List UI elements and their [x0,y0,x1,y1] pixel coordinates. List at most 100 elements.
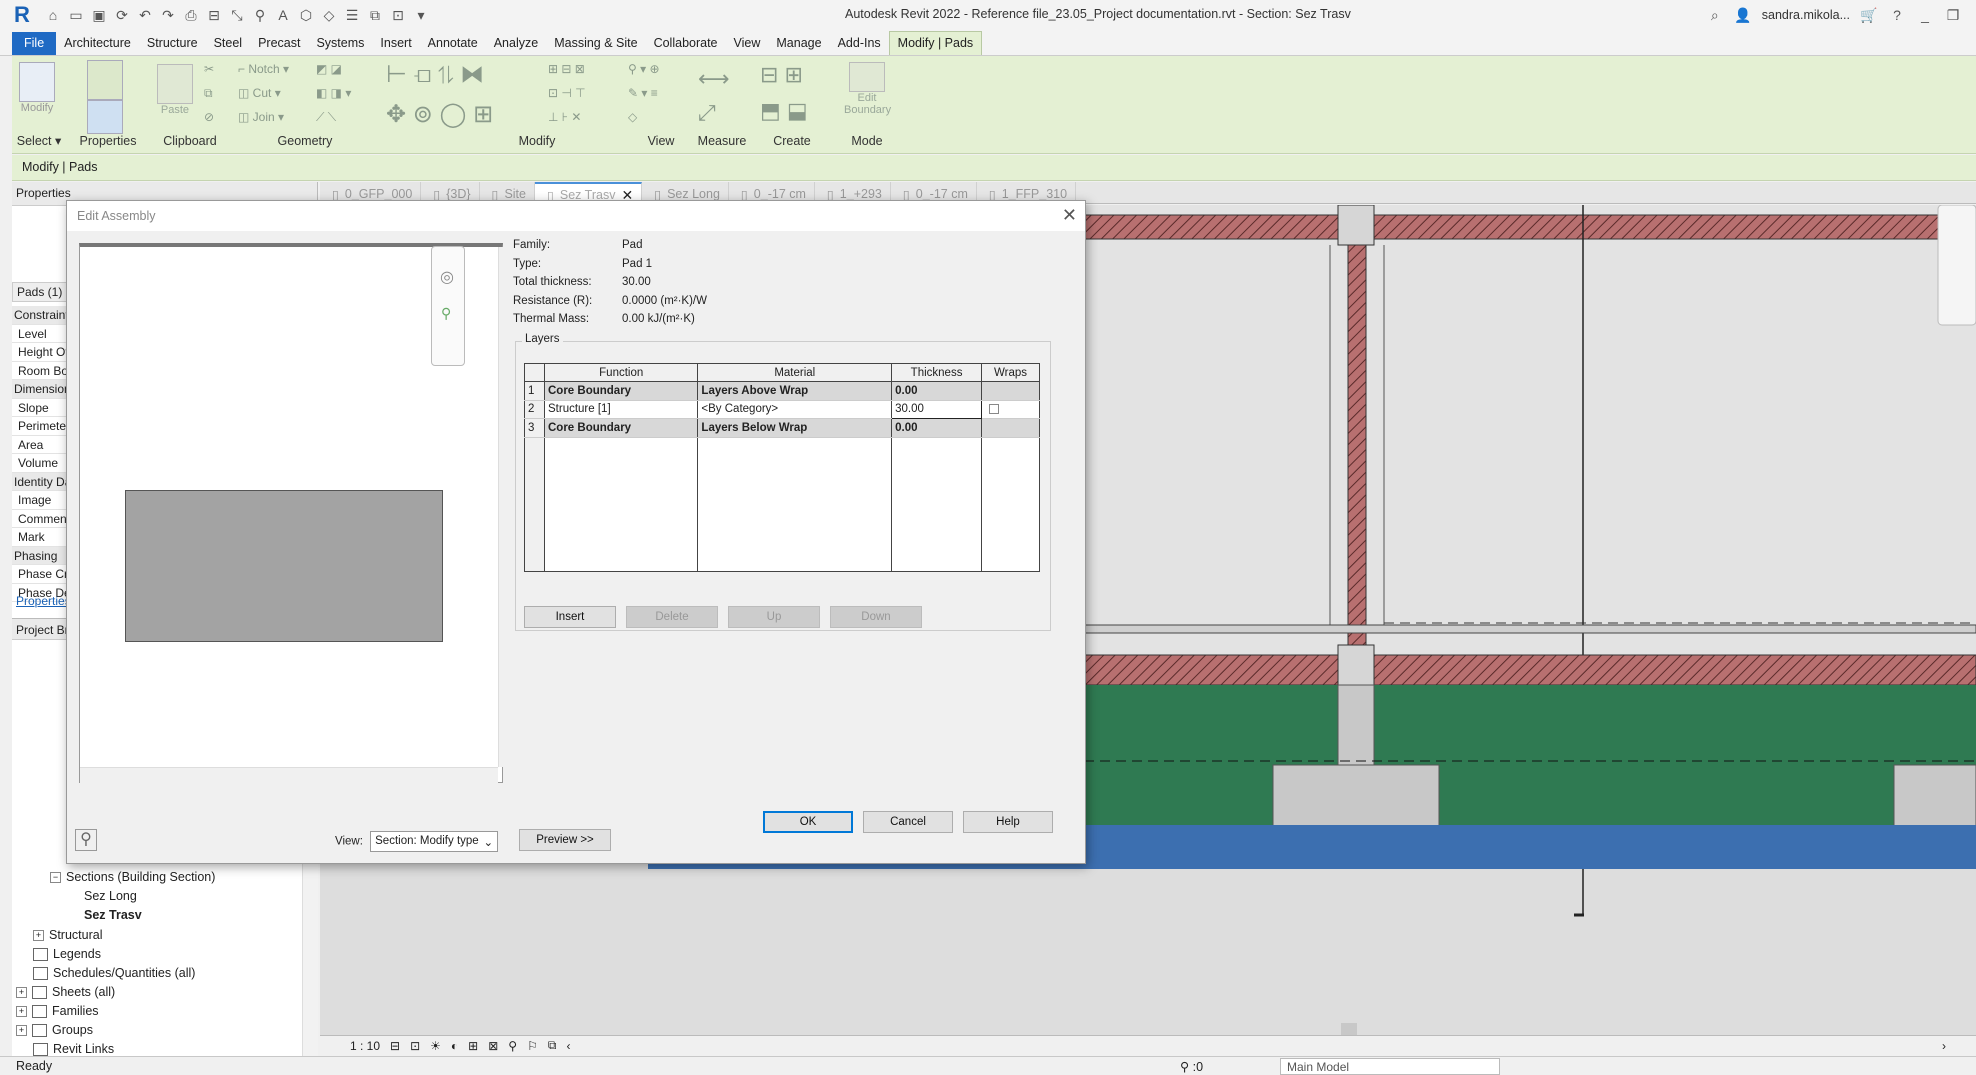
align-icon[interactable]: ⊢ ⟤ ⥮ ⧓ [386,60,484,89]
ok-button[interactable]: OK [763,811,853,833]
browser-item[interactable]: + Families [16,1002,99,1020]
revit-logo[interactable]: R [14,3,38,27]
property-section[interactable]: Dimensions [12,380,72,399]
ribbon-tab-manage[interactable]: Manage [768,32,829,55]
browser-item[interactable]: + Structural [33,926,103,944]
cut-button[interactable]: ◫ Cut ▾ [238,86,281,100]
instance-selector[interactable]: Pads (1) [12,282,72,302]
notch-button[interactable]: ⌐ Notch ▾ [238,62,289,76]
ribbon-tab-modify-pads[interactable]: Modify | Pads [888,31,983,55]
layer-thickness-cell[interactable]: 30.00 [891,399,983,419]
browser-item[interactable]: Legends [33,945,101,963]
layer-thickness-cell[interactable]: 0.00 [891,381,983,401]
ribbon-tab-analyze[interactable]: Analyze [486,32,546,55]
layer-row[interactable]: 2 Structure [1] <By Category> 30.00 [524,399,1040,419]
modify-button[interactable]: Modify [16,62,58,114]
layer-material-cell[interactable]: Layers Below Wrap [697,418,893,438]
minimize-icon[interactable]: _ [1916,6,1934,24]
property-section[interactable]: Phasing [12,546,72,565]
save-icon[interactable]: ▣ [90,6,108,24]
match-properties-icon[interactable]: ⊘ [204,110,214,124]
zoom-icon[interactable]: ⚲ [441,305,451,322]
layer-material-cell[interactable]: <By Category> [697,400,893,419]
ribbon-tab-add-ins[interactable]: Add-Ins [830,32,889,55]
cart-icon[interactable]: 🛒 [1860,6,1878,24]
show-crop-icon[interactable]: ⊠ [488,1039,498,1053]
layer-thickness-cell[interactable]: 0.00 [891,418,983,438]
ribbon-tab-steel[interactable]: Steel [206,32,251,55]
3d-view-icon[interactable]: ⬡ [297,6,315,24]
print-icon[interactable]: ⎙ [182,6,200,24]
customize-qat-icon[interactable]: ▾ [412,6,430,24]
ribbon-tab-structure[interactable]: Structure [139,32,206,55]
filter-icon[interactable]: ⚲ :0 [1180,1059,1203,1074]
array-icon[interactable]: ⊞ ⊟ ⊠ [548,62,585,76]
scroll-right-icon[interactable]: › [1942,1039,1946,1053]
browser-item[interactable]: Sez Trasv [84,906,142,924]
browser-item[interactable]: + Sheets (all) [16,983,115,1001]
create-assembly-icon[interactable]: ⊟ ⊞ [760,62,803,88]
down-button[interactable]: Down [830,606,922,628]
user-icon[interactable]: 👤 [1734,6,1752,24]
properties-button[interactable] [84,100,126,134]
shadows-icon[interactable]: ◐ [451,1039,458,1053]
ribbon-tab-massing-site[interactable]: Massing & Site [546,32,645,55]
expand-icon[interactable]: + [16,1025,27,1037]
switch-windows-icon[interactable]: ⊡ [389,6,407,24]
property-section[interactable]: Constraints [12,306,72,325]
pin-icon[interactable]: ⊥ ⊦ ✕ [548,110,581,124]
temp-hide-icon[interactable]: ⚲ [508,1039,517,1053]
text-icon[interactable]: A [274,6,292,24]
preview-button[interactable]: Preview >> [519,829,611,851]
browser-item[interactable]: − Sections (Building Section) [50,868,215,886]
layer-row[interactable]: 1 Core Boundary Layers Above Wrap 0.00 [524,381,1040,401]
undo-icon[interactable]: ↶ [136,6,154,24]
type-properties-button[interactable] [84,60,126,100]
steering-wheel-icon[interactable]: ◎ [440,267,454,287]
delete-button[interactable]: Delete [626,606,718,628]
scale-icon[interactable]: ⊡ ⊣ ⊤ [548,86,586,100]
paint-icon[interactable]: ◧ ◨ ▾ [316,86,351,100]
move-icon[interactable]: ✥ ⊚ ◯ ⊞ [386,100,493,129]
preview-hscroll[interactable] [80,767,498,783]
paste-button[interactable]: Paste [154,64,196,116]
sync-icon[interactable]: ⟳ [113,6,131,24]
browser-item[interactable]: Sez Long [84,887,137,905]
copy-icon[interactable]: ⧉ [204,86,213,101]
ribbon-tab-file[interactable]: File [12,32,57,55]
ribbon-tab-view[interactable]: View [726,32,769,55]
measure-icon[interactable]: ⊟ [205,6,223,24]
measure-icon-ribbon[interactable]: ⟷ [698,66,730,92]
ribbon-tab-systems[interactable]: Systems [308,32,372,55]
redo-icon[interactable]: ↷ [159,6,177,24]
create-parts-icon[interactable]: ⬒ ⬓ [760,98,808,124]
collapse-icon[interactable]: ‹ [566,1039,570,1053]
thin-lines-icon[interactable]: ☰ [343,6,361,24]
join-button[interactable]: ◫ Join ▾ [238,110,284,124]
help-icon[interactable]: ? [1888,6,1906,24]
home-icon[interactable]: ⌂ [44,6,62,24]
open-icon[interactable]: ▭ [67,6,85,24]
close-icon[interactable]: ✕ [1062,205,1077,226]
layer-function-cell[interactable]: Core Boundary [543,381,699,401]
cut-clipboard-icon[interactable]: ✂ [204,62,214,76]
binoculars-icon[interactable]: ⌕ [1706,6,1724,24]
wall-joins-icon[interactable]: ⟋ ⟍ [316,110,336,125]
restore-icon[interactable]: ❐ [1944,6,1962,24]
preview-vscroll[interactable] [498,247,514,767]
expand-icon[interactable]: + [33,930,44,942]
detail-level-icon[interactable]: ⊟ [390,1039,400,1053]
browser-item[interactable]: + Groups [16,1021,93,1039]
layer-wraps-cell[interactable] [981,381,1040,401]
view-dropdown[interactable]: Section: Modify type ⌄ [370,831,499,852]
ribbon-tab-insert[interactable]: Insert [372,32,419,55]
browser-item[interactable]: Schedules/Quantities (all) [33,964,195,982]
cancel-button[interactable]: Cancel [863,811,953,833]
property-section[interactable]: Identity Data [12,472,72,491]
ribbon-tab-architecture[interactable]: Architecture [56,32,139,55]
expand-icon[interactable]: + [16,987,27,999]
tag-icon[interactable]: ⚲ [251,6,269,24]
user-name[interactable]: sandra.mikola... [1762,8,1850,22]
split-face-icon[interactable]: ◩ ◪ [316,62,342,76]
collapse-icon[interactable]: − [50,872,61,884]
